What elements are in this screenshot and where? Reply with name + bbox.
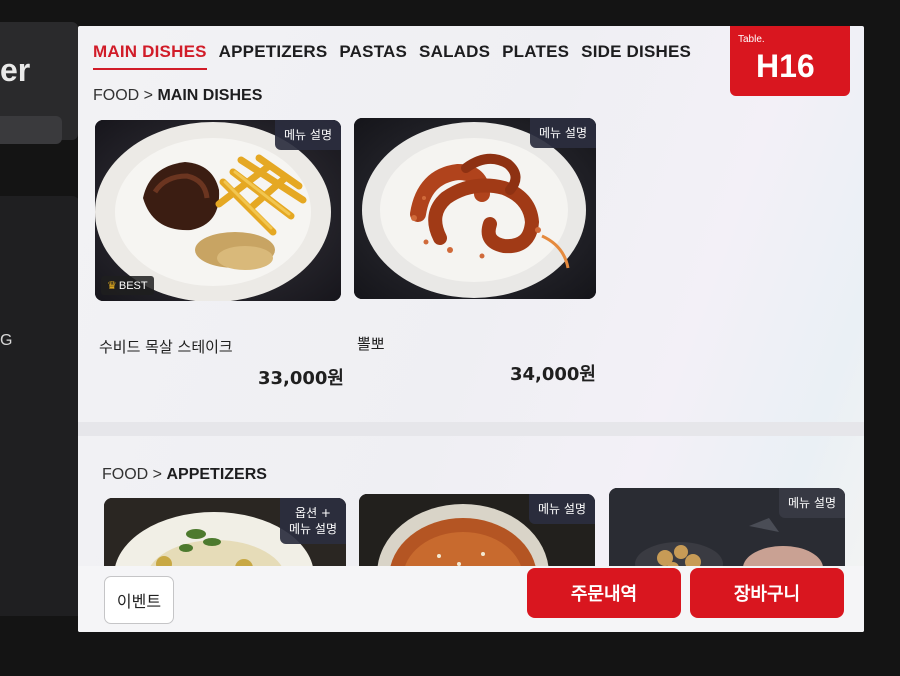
table-number-badge: Table. H16 (730, 26, 850, 96)
category-tabs: MAIN DISHES APPETIZERS PASTAS SALADS PLA… (93, 42, 703, 70)
menu-screen: MAIN DISHES APPETIZERS PASTAS SALADS PLA… (78, 26, 864, 632)
tab-main-dishes[interactable]: MAIN DISHES (93, 42, 207, 70)
table-label: Table. (738, 34, 765, 45)
menu-description-tag[interactable]: 메뉴 설명 (275, 120, 341, 151)
section-divider (78, 422, 864, 436)
menu-item-card-steak[interactable]: 메뉴 설명 ♛ BEST (95, 120, 341, 301)
best-badge: ♛ BEST (101, 276, 154, 295)
cart-button[interactable]: 장바구니 (690, 568, 844, 618)
breadcrumb-current: APPETIZERS (166, 466, 267, 483)
menu-description-tag[interactable]: 메뉴 설명 (529, 494, 595, 525)
tag-line-options: 옵션 + (295, 506, 331, 520)
bottom-action-bar: 이벤트 주문내역 장바구니 (78, 566, 864, 632)
item-price-steak: 33,000원 (257, 368, 344, 389)
item-price-octopus: 34,000원 (509, 364, 596, 385)
breadcrumb-current: MAIN DISHES (157, 87, 263, 104)
breadcrumb-root: FOOD (93, 87, 140, 104)
tag-line-description: 메뉴 설명 (289, 522, 337, 537)
tab-salads[interactable]: SALADS (419, 42, 490, 70)
tab-side-dishes[interactable]: SIDE DISHES (581, 42, 691, 70)
brand-logo-fragment: er (0, 52, 31, 88)
breadcrumb-separator: > (143, 87, 154, 104)
breadcrumb-main-dishes: FOOD > MAIN DISHES (93, 87, 262, 105)
menu-description-tag[interactable]: 메뉴 설명 (779, 488, 845, 519)
item-name-steak: 수비드 목살 스테이크 (99, 338, 233, 356)
crown-icon: ♛ (107, 280, 117, 292)
menu-description-tag[interactable]: 메뉴 설명 (530, 118, 596, 149)
table-number: H16 (756, 48, 815, 84)
tab-appetizers[interactable]: APPETIZERS (219, 42, 328, 70)
side-button[interactable] (0, 116, 62, 144)
side-nav-label: G (0, 332, 13, 349)
menu-item-card-octopus[interactable]: 메뉴 설명 (354, 118, 596, 299)
item-name-octopus: 뽈뽀 (357, 335, 385, 353)
options-and-description-tag[interactable]: 옵션 + 메뉴 설명 (280, 498, 346, 545)
tab-plates[interactable]: PLATES (502, 42, 569, 70)
tab-pastas[interactable]: PASTAS (339, 42, 407, 70)
side-nav-panel: G (0, 196, 80, 616)
order-history-button[interactable]: 주문내역 (527, 568, 681, 618)
breadcrumb-root: FOOD (102, 466, 149, 483)
breadcrumb-appetizers: FOOD > APPETIZERS (102, 466, 267, 484)
event-button[interactable]: 이벤트 (104, 576, 174, 624)
breadcrumb-separator: > (152, 466, 163, 483)
side-brand-panel: er (0, 22, 78, 144)
best-badge-label: BEST (118, 280, 148, 292)
